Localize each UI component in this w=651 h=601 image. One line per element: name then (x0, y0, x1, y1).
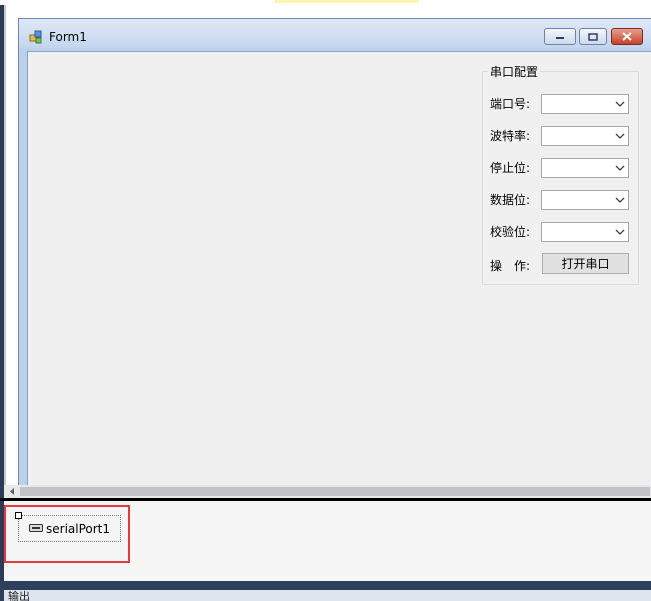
bottom-panel-bar: 输出 (0, 581, 651, 601)
databits-label: 数据位: (490, 193, 531, 207)
maximize-button[interactable] (579, 28, 607, 45)
scrollbar-thumb[interactable] (20, 487, 650, 496)
chevron-down-icon (615, 229, 625, 235)
form-window[interactable]: Form1 串口配置 端口号: 波特率: 停止位: 数据位: 校验位: 操 作:… (18, 18, 651, 488)
form-title-bar[interactable]: Form1 (19, 19, 651, 49)
selection-handle[interactable] (15, 512, 22, 519)
databits-combobox[interactable] (541, 190, 629, 210)
chevron-down-icon (615, 165, 625, 171)
baudrate-combobox[interactable] (541, 126, 629, 146)
groupbox-title: 串口配置 (488, 63, 541, 80)
component-tray: serialPort1 (4, 501, 651, 581)
chevron-down-icon (615, 101, 625, 107)
port-label: 端口号: (490, 97, 531, 111)
parity-combobox[interactable] (541, 222, 629, 242)
horizontal-scrollbar[interactable] (4, 485, 651, 498)
parity-label: 校验位: (490, 225, 531, 239)
baudrate-label: 波特率: (490, 129, 531, 143)
open-port-button[interactable]: 打开串口 (542, 253, 629, 274)
output-panel-header[interactable]: 输出 (4, 590, 651, 601)
stopbits-combobox[interactable] (541, 158, 629, 178)
form-app-icon (29, 30, 42, 44)
serialport-component[interactable]: serialPort1 (15, 512, 121, 542)
design-surface-border (4, 5, 6, 485)
chevron-down-icon (615, 133, 625, 139)
chevron-down-icon (615, 197, 625, 203)
serial-config-groupbox: 串口配置 端口号: 波特率: 停止位: 数据位: 校验位: 操 作: 打开串口 (482, 63, 639, 285)
serialport-label: serialPort1 (46, 522, 111, 536)
scroll-left-icon[interactable] (8, 487, 16, 496)
active-tab-highlight (275, 0, 419, 3)
maximize-icon (588, 32, 598, 41)
form-title: Form1 (49, 30, 87, 44)
minimize-icon (556, 36, 564, 39)
operation-label: 操 作: (490, 259, 531, 273)
serial-port-icon (29, 524, 43, 532)
close-button[interactable] (611, 28, 643, 45)
stopbits-label: 停止位: (490, 161, 531, 175)
close-icon (622, 32, 632, 41)
form-client-area: 串口配置 端口号: 波特率: 停止位: 数据位: 校验位: 操 作: 打开串口 (27, 51, 651, 487)
minimize-button[interactable] (544, 28, 576, 45)
port-combobox[interactable] (541, 94, 629, 114)
output-label: 输出 (8, 590, 30, 601)
